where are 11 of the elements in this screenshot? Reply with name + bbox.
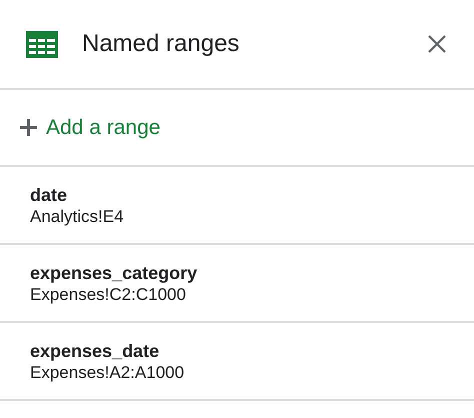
plus-icon	[20, 119, 37, 136]
range-name[interactable]: expenses_date	[30, 340, 474, 362]
range-reference: Analytics!E4	[30, 206, 125, 226]
range-name[interactable]: expenses_category	[30, 262, 474, 284]
range-reference: Expenses!A2:A1000	[30, 362, 186, 382]
spreadsheet-icon	[26, 30, 58, 58]
add-range-link[interactable]: Add a range	[20, 116, 160, 140]
panel-title: Named ranges	[82, 30, 240, 58]
range-reference: Expenses!C2:C1000	[30, 284, 187, 304]
close-icon[interactable]	[428, 35, 446, 53]
range-name[interactable]: date	[30, 184, 474, 206]
